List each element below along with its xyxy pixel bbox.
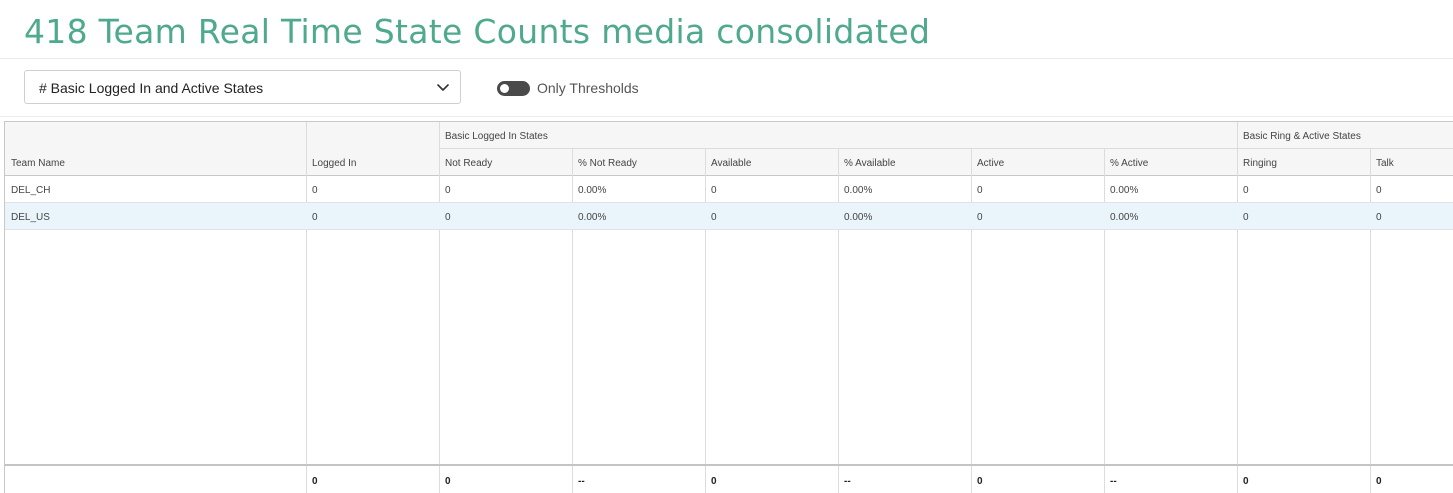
group-header-label: Basic Ring & Active States [1243,131,1361,142]
total-cell: 0 [977,476,983,487]
table-cell: 0 [312,185,318,196]
column-divider [439,466,440,493]
column-divider [572,466,573,493]
page-title: 418 Team Real Time State Counts media co… [24,12,931,51]
column-divider [705,466,706,493]
table-cell: 0 [977,212,983,223]
group-header-label: Basic Logged In States [445,131,548,142]
table-cell: 0.00% [1110,212,1139,223]
table-cell: 0.00% [844,212,873,223]
total-cell: 0 [1376,476,1382,487]
column-divider [838,466,839,493]
table-row[interactable]: DEL_CH 0 0 0.00% 0 0.00% 0 0.00% 0 0 [5,176,1453,203]
table-cell: 0 [977,185,983,196]
column-header[interactable]: % Available [838,158,971,169]
column-header[interactable]: Team Name [5,158,306,169]
state-counts-table: Basic Logged In States Basic Ring & Activ… [4,121,1453,493]
table-totals-row: 0 0 -- 0 -- 0 -- 0 0 [5,464,1453,493]
view-select-value: # Basic Logged In and Active States [39,80,264,96]
controls-divider [0,116,1453,117]
column-divider [439,122,440,464]
group-header-divider [439,148,1237,149]
group-header-divider [1237,148,1453,149]
column-header[interactable]: Available [705,158,838,169]
column-header[interactable]: % Active [1104,158,1237,169]
column-divider [1104,466,1105,493]
table-cell: 0.00% [578,212,607,223]
column-header[interactable]: % Not Ready [572,158,705,169]
column-header[interactable]: Not Ready [439,158,572,169]
column-divider [306,122,307,464]
total-cell: 0 [1243,476,1249,487]
total-cell: -- [844,476,851,487]
column-divider [306,466,307,493]
chevron-down-icon [437,84,449,91]
only-thresholds-label: Only Thresholds [537,80,639,96]
column-divider [971,466,972,493]
total-cell: 0 [312,476,318,487]
table-cell: 0 [1243,185,1249,196]
table-cell: 0 [1376,185,1382,196]
column-header[interactable]: Active [971,158,1104,169]
title-divider [0,58,1453,59]
column-divider [1237,466,1238,493]
table-cell: 0 [711,212,717,223]
only-thresholds-toggle[interactable] [497,81,530,96]
total-cell: -- [578,476,585,487]
table-cell: 0 [711,185,717,196]
total-cell: 0 [445,476,451,487]
column-header[interactable]: Ringing [1237,158,1370,169]
table-cell: 0.00% [844,185,873,196]
column-divider [1237,122,1238,464]
column-header[interactable]: Talk [1370,158,1453,169]
table-cell: 0.00% [1110,185,1139,196]
total-cell: 0 [711,476,717,487]
table-cell: 0 [1376,212,1382,223]
team-name-cell: DEL_US [11,212,50,223]
table-cell: 0.00% [578,185,607,196]
view-select-dropdown[interactable]: # Basic Logged In and Active States [24,70,461,104]
column-header[interactable]: Logged In [306,158,439,169]
table-cell: 0 [445,212,451,223]
team-name-cell: DEL_CH [11,185,51,196]
column-divider [1370,466,1371,493]
table-cell: 0 [312,212,318,223]
table-cell: 0 [1243,212,1249,223]
total-cell: -- [1110,476,1117,487]
table-row[interactable]: DEL_US 0 0 0.00% 0 0.00% 0 0.00% 0 0 [5,203,1453,230]
table-cell: 0 [445,185,451,196]
toggle-knob [500,84,509,93]
